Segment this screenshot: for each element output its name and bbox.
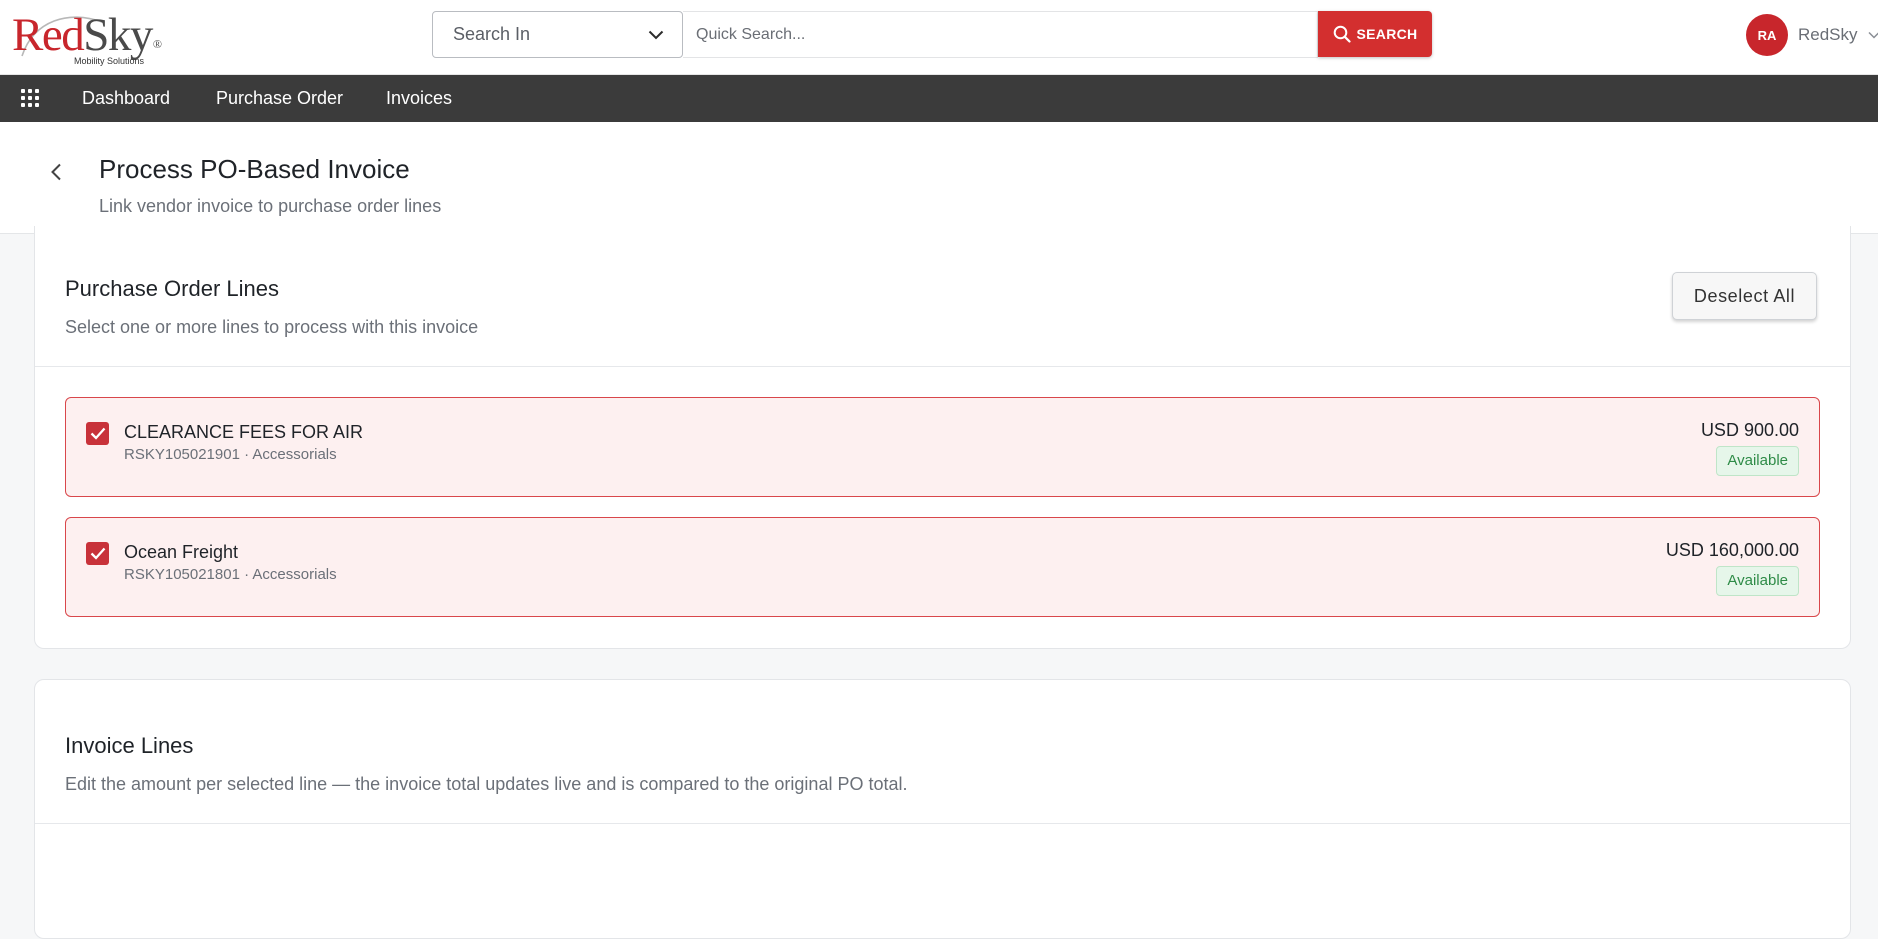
search-in-select[interactable]: Search In <box>432 11 683 58</box>
apps-grid-icon[interactable] <box>20 88 40 108</box>
po-line-amount: USD 900.00 <box>1700 420 1799 440</box>
avatar: RA <box>1746 14 1788 56</box>
page-title: Process PO-Based Invoice <box>99 154 410 184</box>
po-line-name: CLEARANCE FEES FOR AIR <box>124 422 364 442</box>
deselect-all-button[interactable]: Deselect All <box>1672 272 1817 320</box>
user-menu[interactable]: RA RedSky <box>1746 14 1878 56</box>
top-header: RedSky® Mobility Solutions Search In SEA… <box>0 0 1878 75</box>
po-line-item[interactable]: Ocean Freight RSKY105021801 · Accessoria… <box>65 517 1820 617</box>
po-lines-card: Purchase Order Lines Select one or more … <box>34 226 1851 649</box>
check-icon <box>90 547 105 560</box>
page-subtitle: Link vendor invoice to purchase order li… <box>99 196 442 216</box>
invoice-lines-title: Invoice Lines <box>65 733 194 758</box>
nav-item-invoices[interactable]: Invoices <box>386 75 452 122</box>
back-button[interactable] <box>42 158 70 186</box>
po-line-item[interactable]: CLEARANCE FEES FOR AIR RSKY105021901 · A… <box>65 397 1820 497</box>
page-header: Process PO-Based Invoice Link vendor inv… <box>0 122 1878 234</box>
check-icon <box>90 427 105 440</box>
search-button[interactable]: SEARCH <box>1318 11 1432 57</box>
search-button-label: SEARCH <box>1356 26 1418 42</box>
chevron-left-icon <box>51 163 61 181</box>
card-divider <box>35 366 1850 367</box>
logo-tagline: Mobility Solutions <box>74 56 145 66</box>
po-line-meta: RSKY105021901 · Accessorials <box>124 446 337 463</box>
po-line-meta: RSKY105021801 · Accessorials <box>124 566 337 583</box>
quick-search-input[interactable] <box>683 11 1318 58</box>
po-line-amount: USD 160,000.00 <box>1665 540 1799 560</box>
user-name: RedSky <box>1798 25 1858 44</box>
chevron-down-icon <box>1868 31 1878 39</box>
po-line-checkbox[interactable] <box>86 422 109 445</box>
invoice-lines-subtitle: Edit the amount per selected line — the … <box>65 774 908 794</box>
invoice-lines-card: Invoice Lines Edit the amount per select… <box>34 679 1851 939</box>
po-lines-subtitle: Select one or more lines to process with… <box>65 317 479 337</box>
po-line-name: Ocean Freight <box>124 542 239 562</box>
po-line-checkbox[interactable] <box>86 542 109 565</box>
nav-item-purchase-order[interactable]: Purchase Order <box>216 75 343 122</box>
main-nav: Dashboard Purchase Order Invoices <box>0 75 1878 122</box>
status-badge: Available <box>1716 446 1799 476</box>
search-in-label: Search In <box>453 24 531 44</box>
status-badge: Available <box>1716 566 1799 596</box>
nav-item-dashboard[interactable]: Dashboard <box>82 75 170 122</box>
redsky-logo[interactable]: RedSky® Mobility Solutions <box>12 10 162 68</box>
chevron-down-icon <box>648 30 664 39</box>
po-lines-title: Purchase Order Lines <box>65 276 279 301</box>
card-divider <box>35 823 1850 824</box>
search-icon <box>1333 25 1351 43</box>
